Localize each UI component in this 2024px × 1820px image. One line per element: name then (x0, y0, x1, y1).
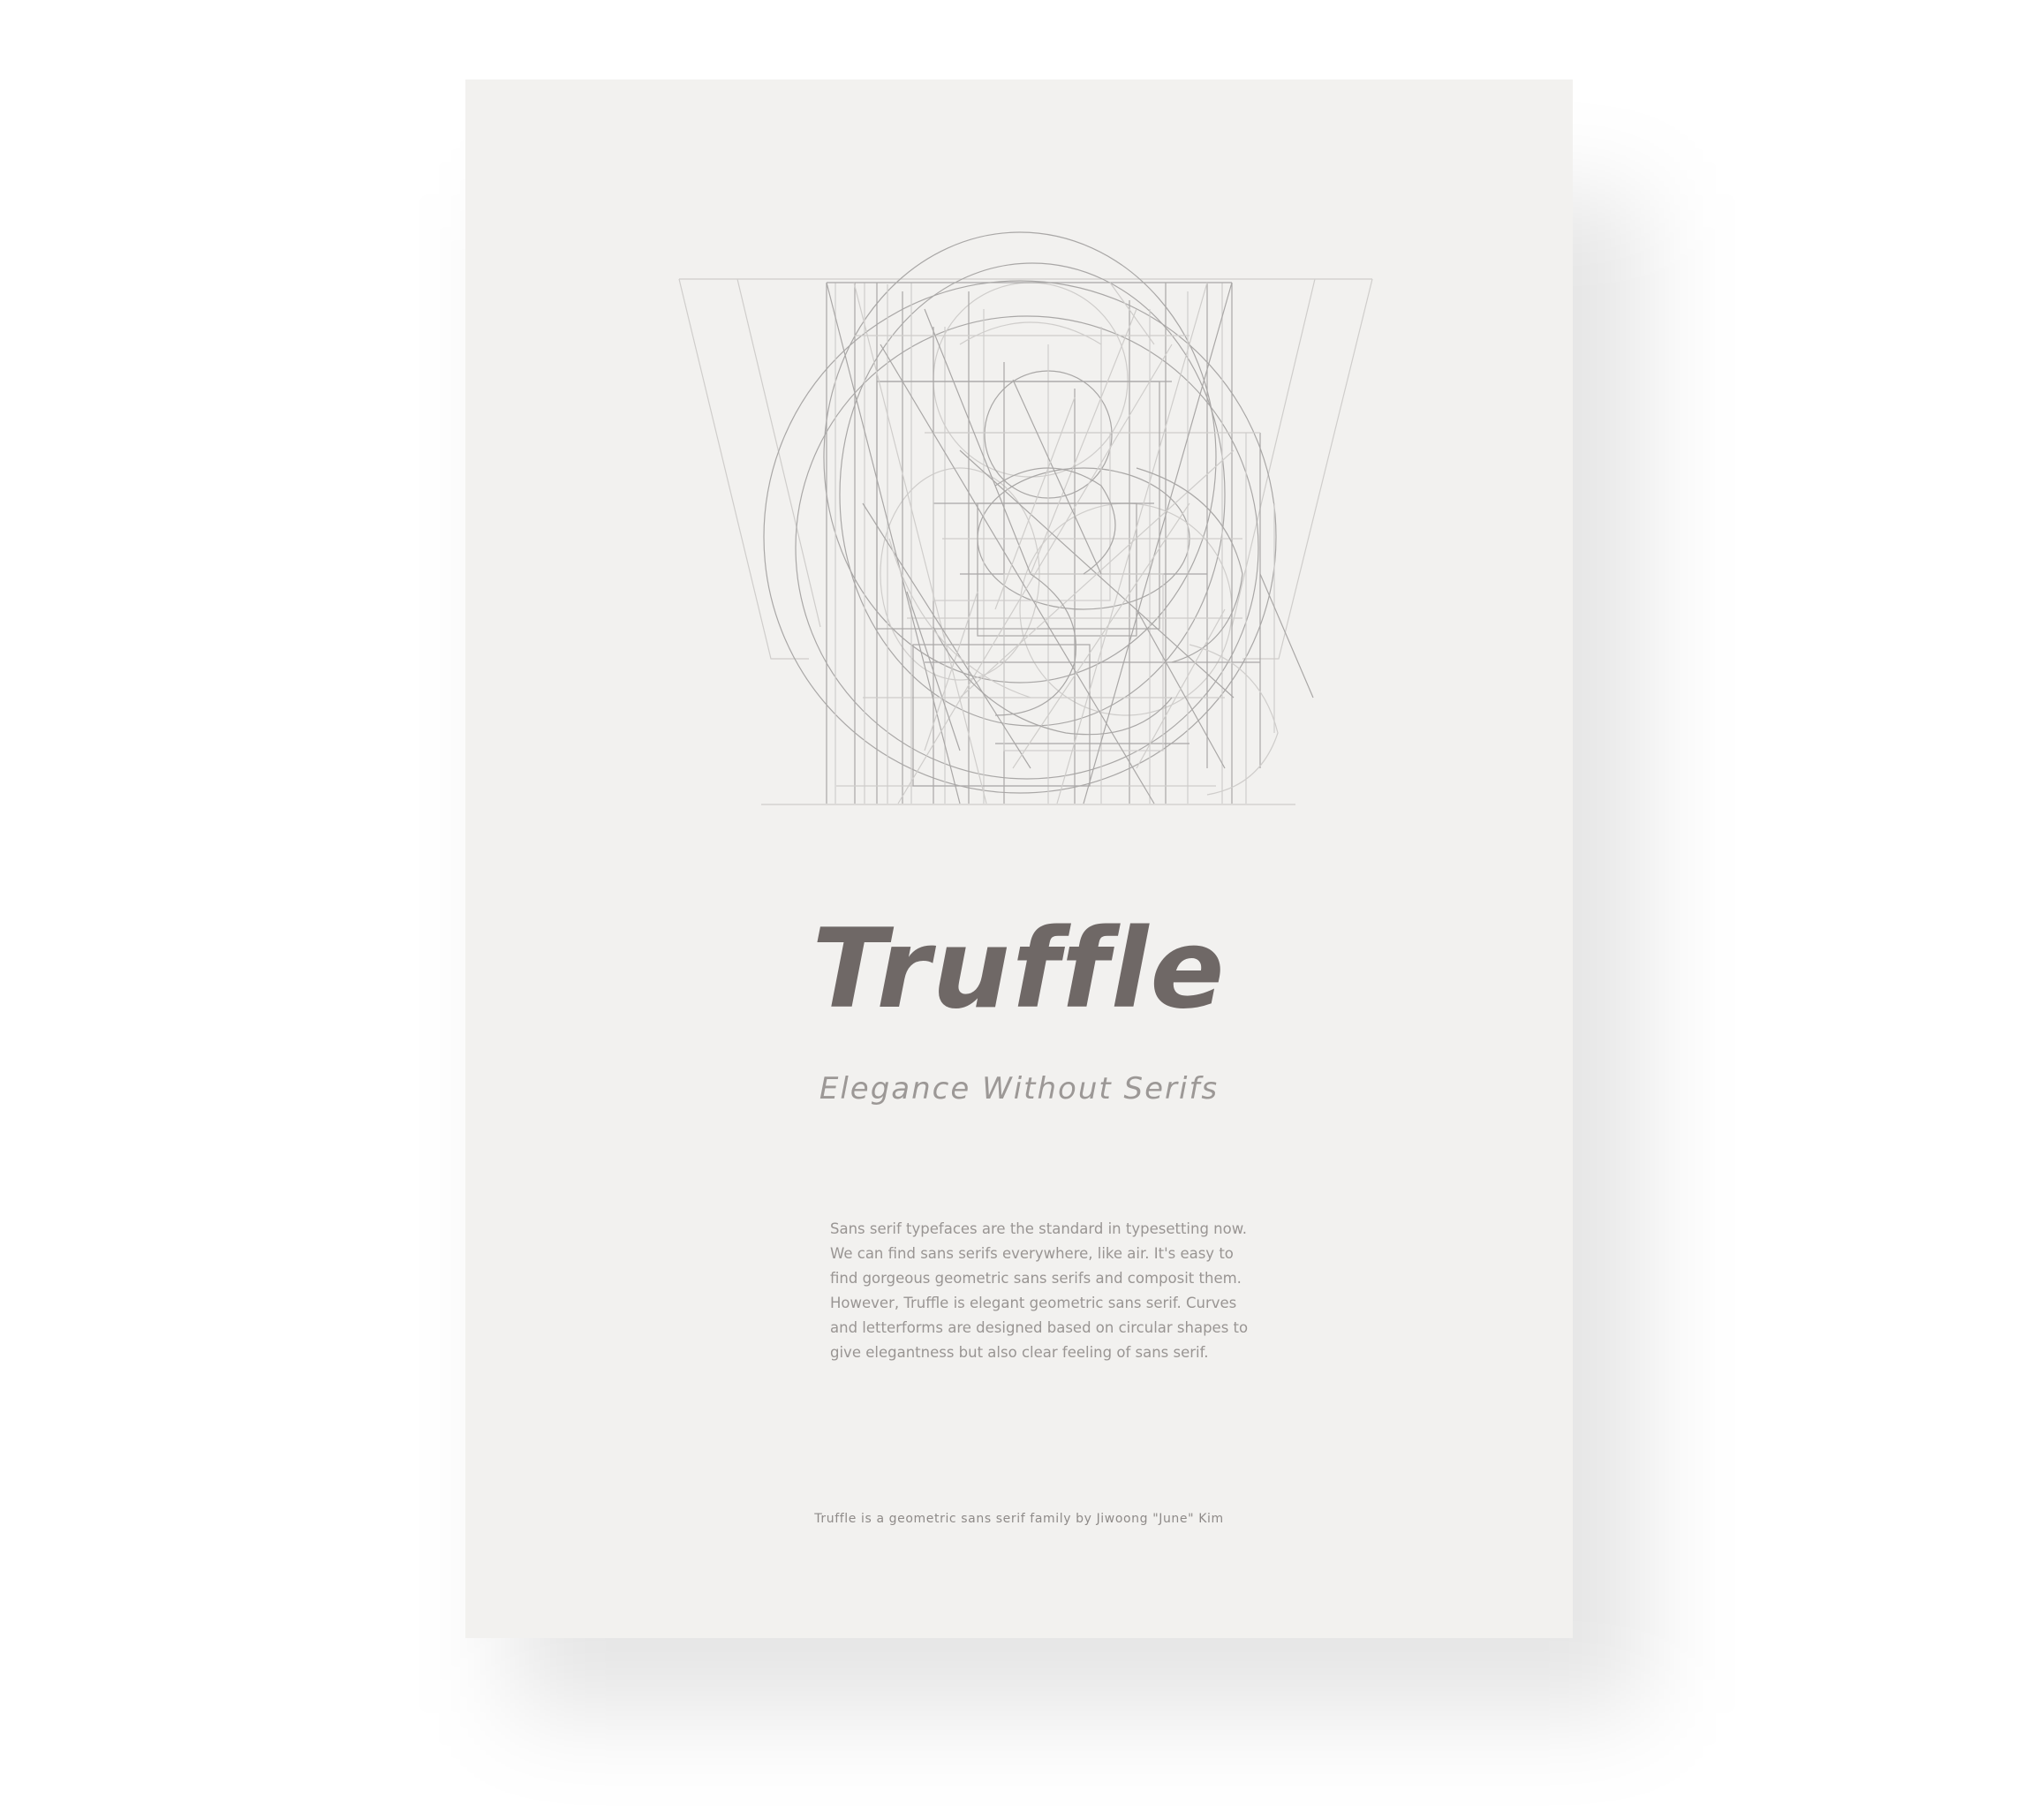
body-line: find gorgeous geometric sans serifs and … (830, 1270, 1242, 1287)
letterform-construction-drawing (678, 231, 1373, 805)
body-line: give elegantness but also clear feeling … (830, 1344, 1209, 1361)
body-paragraph: Sans serif typefaces are the standard in… (830, 1217, 1249, 1365)
poster: Truffle Elegance Without Serifs Sans ser… (465, 79, 1573, 1638)
poster-subtitle: Elegance Without Serifs (819, 1071, 1220, 1106)
body-line: However, Truffle is elegant geometric sa… (830, 1295, 1237, 1311)
body-line: and letterforms are designed based on ci… (830, 1319, 1249, 1336)
body-line: We can find sans serifs everywhere, like… (830, 1245, 1234, 1262)
poster-title: Truffle (812, 906, 1227, 1033)
body-line: Sans serif typefaces are the standard in… (830, 1220, 1247, 1237)
credit-line: Truffle is a geometric sans serif family… (814, 1512, 1224, 1526)
